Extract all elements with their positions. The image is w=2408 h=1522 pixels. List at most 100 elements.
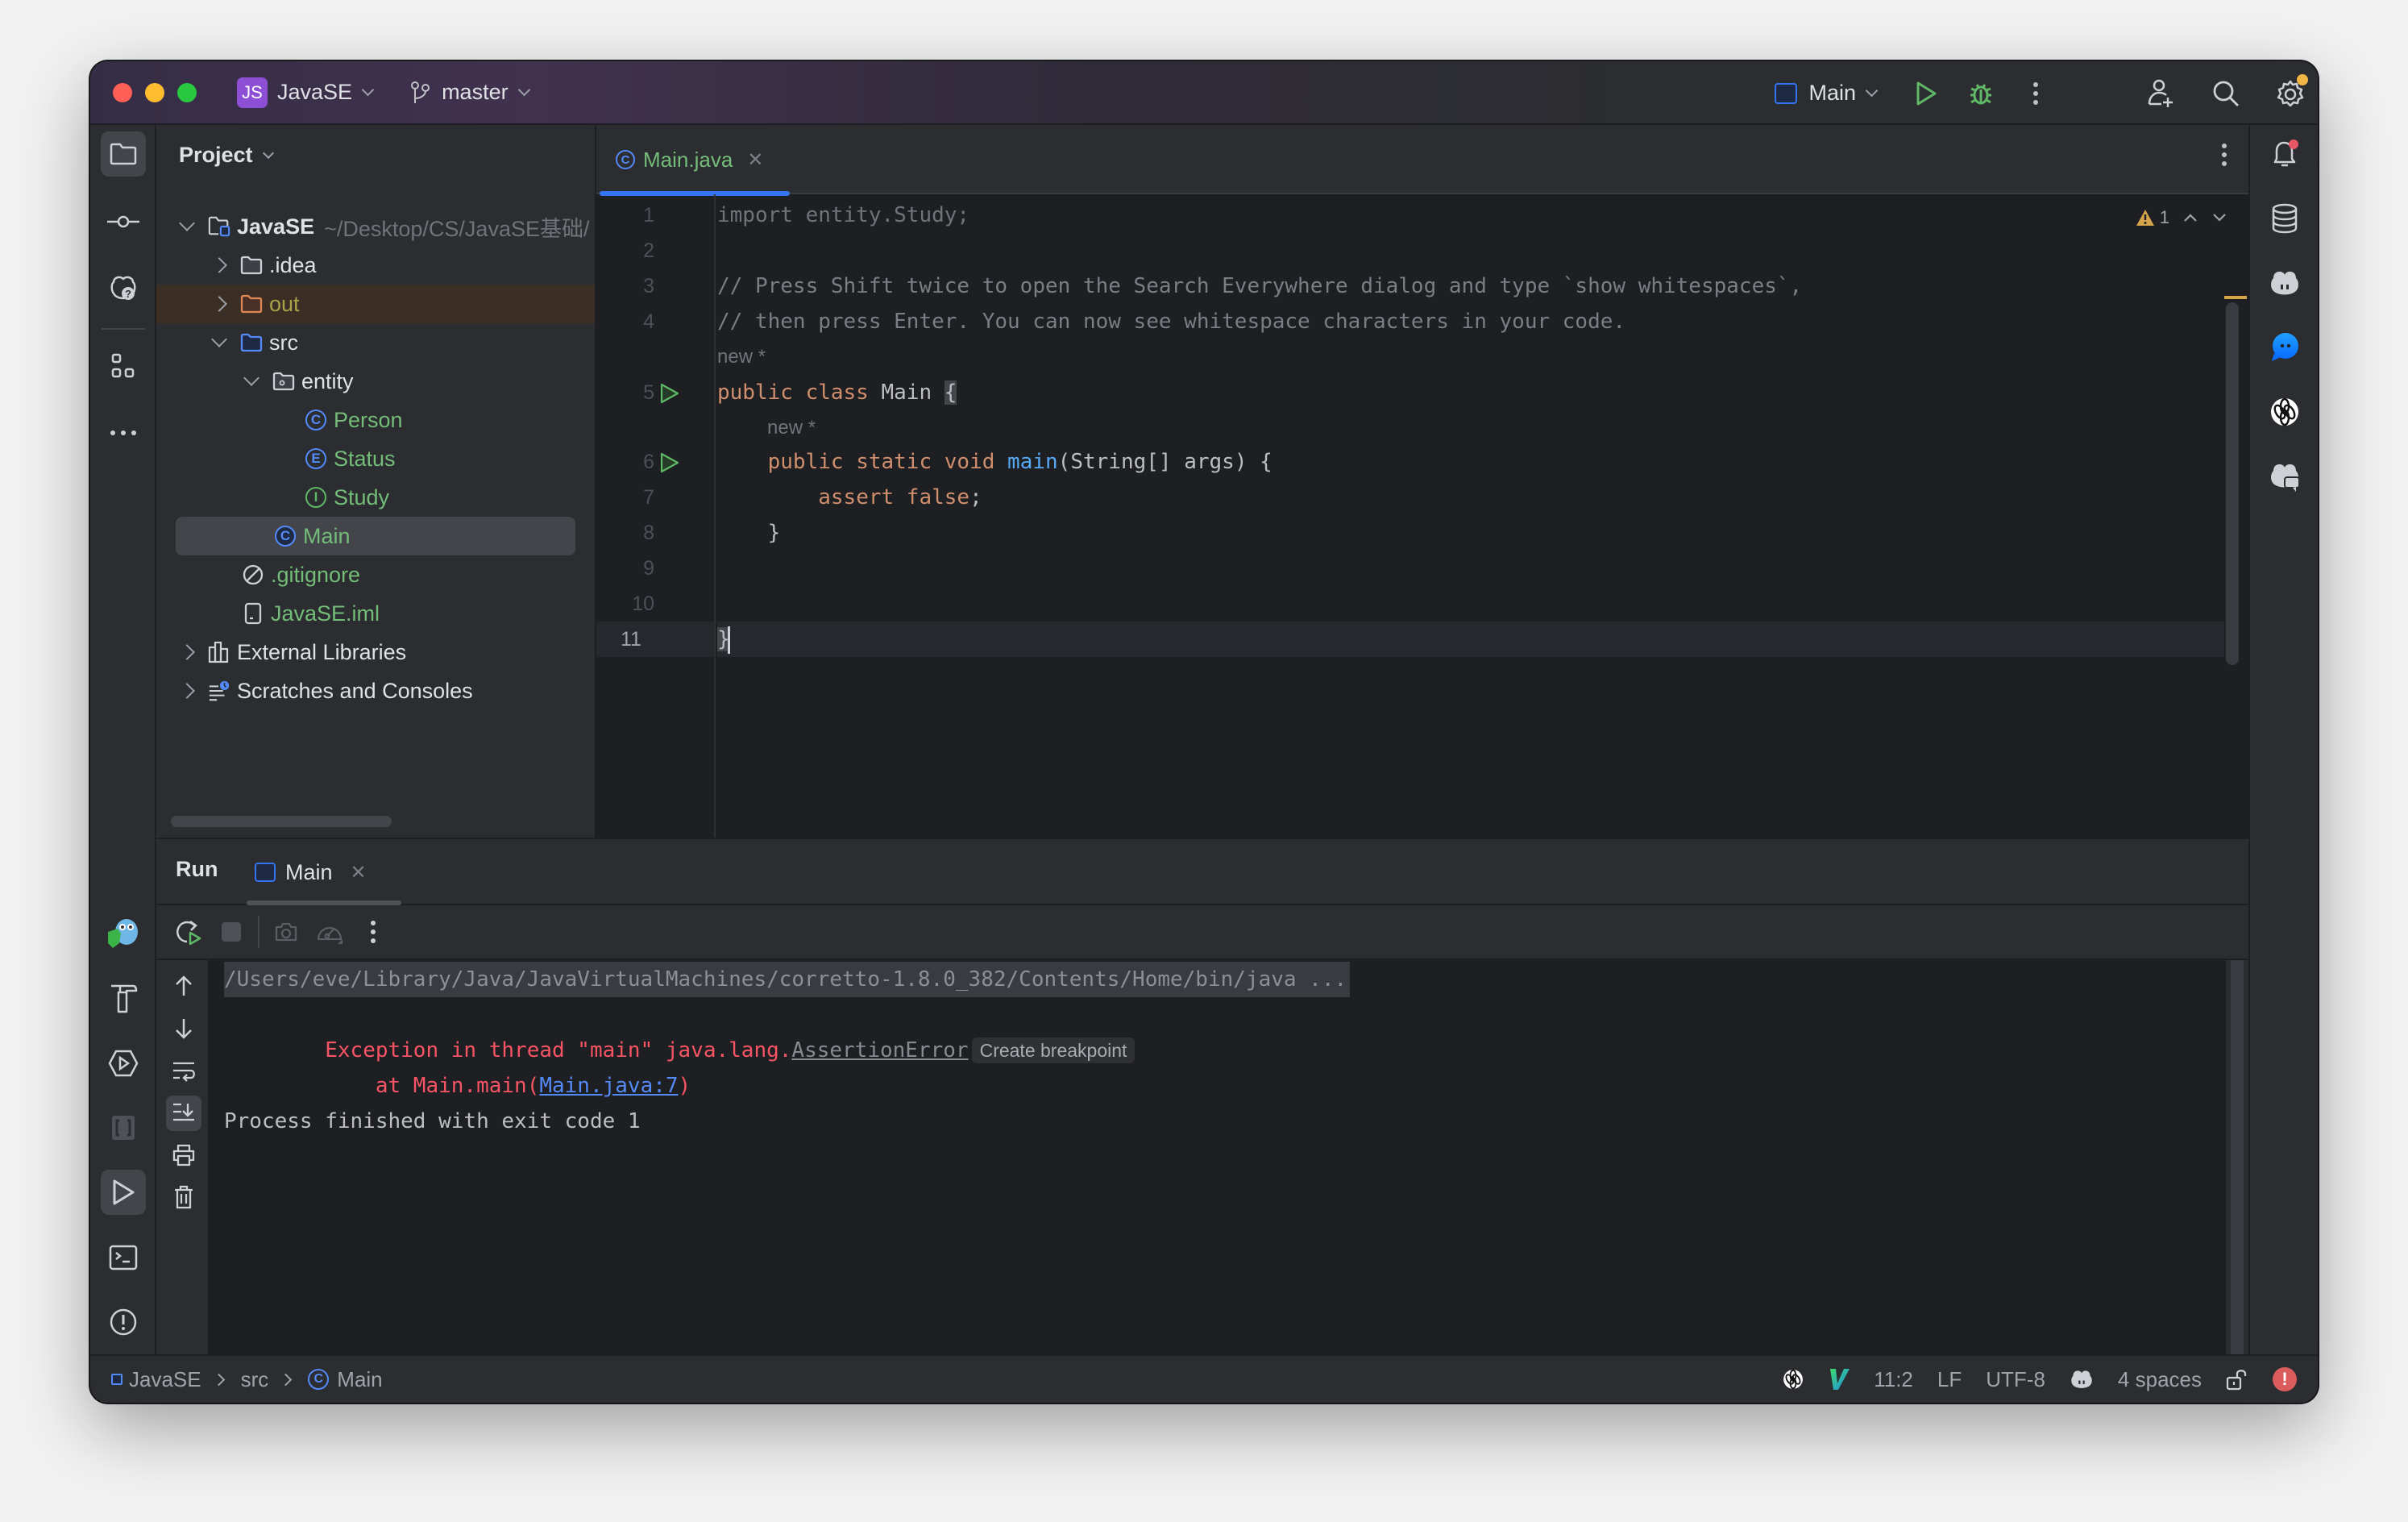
scroll-up-button[interactable]: [166, 968, 201, 1004]
tree-item-study[interactable]: I Study: [156, 478, 595, 517]
search-everywhere-button[interactable]: [2203, 71, 2248, 116]
openai-status-button[interactable]: [1782, 1368, 1804, 1391]
copilot-chat-button[interactable]: [2262, 454, 2307, 499]
expand-arrow[interactable]: [210, 257, 229, 273]
rerun-button[interactable]: [171, 915, 205, 949]
services-tool-button[interactable]: [101, 1041, 146, 1086]
scroll-to-end-button[interactable]: [166, 1096, 201, 1131]
settings-button[interactable]: [2268, 71, 2313, 116]
tree-item-label: Study: [334, 484, 390, 509]
close-window-button[interactable]: [113, 82, 132, 102]
vim-status-button[interactable]: [1829, 1367, 1850, 1391]
project-tool-button[interactable]: [101, 131, 146, 177]
scrollbar-thumb[interactable]: [2226, 302, 2239, 665]
expand-arrow[interactable]: [210, 296, 229, 312]
console-output[interactable]: /Users/eve/Library/Java/JavaVirtualMachi…: [208, 960, 2226, 1354]
notifications-button[interactable]: [2262, 131, 2307, 177]
code-with-me-button[interactable]: [2139, 71, 2184, 116]
stop-button[interactable]: [214, 915, 248, 949]
run-button[interactable]: [1904, 71, 1949, 116]
more-tools-button[interactable]: [101, 410, 146, 455]
more-actions-button[interactable]: [2013, 71, 2058, 116]
breadcrumb-item[interactable]: Main: [337, 1367, 382, 1392]
tree-item-src[interactable]: src: [156, 323, 595, 362]
print-button[interactable]: [166, 1137, 201, 1173]
commit-tool-button[interactable]: [101, 199, 146, 244]
tree-item-main[interactable]: C Main: [156, 517, 595, 555]
database-button[interactable]: [2262, 196, 2307, 241]
tree-item-out[interactable]: out: [156, 285, 595, 323]
debug-tool-button[interactable]: [101, 1105, 146, 1150]
minimize-window-button[interactable]: [145, 82, 164, 102]
console-stacktrace-line: at Main.main(Main.java:7): [325, 1074, 691, 1098]
copilot-help-tool-button[interactable]: ?: [101, 266, 146, 311]
tree-item-person[interactable]: C Person: [156, 401, 595, 439]
editor-tabs-more-button[interactable]: [2221, 143, 2227, 167]
build-tool-button[interactable]: [101, 975, 146, 1021]
source-location-link[interactable]: Main.java:7: [539, 1074, 678, 1098]
terminal-tool-button[interactable]: [101, 1235, 146, 1280]
tree-item-scratches[interactable]: Scratches and Consoles: [156, 672, 595, 710]
console-vertical-scrollbar[interactable]: [2226, 960, 2248, 1354]
more-vertical-icon: [371, 921, 376, 943]
openai-button[interactable]: [2262, 389, 2307, 435]
tree-item-idea[interactable]: .idea: [156, 246, 595, 285]
tab-main-java[interactable]: C Main.java ✕: [596, 125, 793, 196]
console-exception-line: Exception in thread "main" java.lang.Ass…: [224, 997, 1135, 1063]
code-area[interactable]: import entity.Study; // Press Shift twic…: [717, 194, 2224, 838]
line-separator[interactable]: LF: [1937, 1367, 1962, 1392]
go-plugin-tool-button[interactable]: [101, 910, 146, 955]
console-exit-line: Process finished with exit code 1: [224, 1109, 641, 1133]
console-command-line[interactable]: /Users/eve/Library/Java/JavaVirtualMachi…: [224, 962, 1351, 997]
expand-arrow[interactable]: [177, 683, 197, 699]
create-breakpoint-hint[interactable]: Create breakpoint: [971, 1038, 1135, 1063]
indent-setting[interactable]: 4 spaces: [2118, 1367, 2202, 1392]
tree-item-gitignore[interactable]: .gitignore: [156, 555, 595, 594]
profiler-button[interactable]: [313, 915, 347, 949]
problems-tool-button[interactable]: [101, 1300, 146, 1345]
class-icon: C: [308, 1369, 330, 1390]
tree-item-external-libraries[interactable]: External Libraries: [156, 633, 595, 672]
close-tab-icon[interactable]: ✕: [747, 148, 763, 172]
run-class-gutter-button[interactable]: [659, 383, 680, 404]
run-main-gutter-button[interactable]: [659, 452, 680, 473]
run-tool-button[interactable]: [101, 1170, 146, 1215]
clear-console-button[interactable]: [166, 1179, 201, 1215]
chat-button[interactable]: [2262, 325, 2307, 370]
file-encoding[interactable]: UTF-8: [1986, 1367, 2045, 1392]
tree-item-entity[interactable]: entity: [156, 362, 595, 401]
run-config-selector[interactable]: Main: [1775, 81, 1879, 106]
expand-arrow[interactable]: [210, 331, 229, 347]
zoom-window-button[interactable]: [177, 82, 197, 102]
inlay-hint[interactable]: new *: [767, 410, 816, 446]
caret-position[interactable]: 11:2: [1874, 1367, 1913, 1392]
tree-item-iml[interactable]: JavaSE.iml: [156, 594, 595, 633]
soft-wrap-button[interactable]: [166, 1054, 201, 1089]
run-tab-main[interactable]: Main ✕: [243, 839, 405, 905]
close-tab-icon[interactable]: ✕: [351, 861, 367, 884]
expand-arrow[interactable]: [177, 644, 197, 660]
branch-switcher[interactable]: master: [372, 80, 530, 105]
screenshot-button[interactable]: [269, 915, 303, 949]
tree-item-status[interactable]: E Status: [156, 439, 595, 478]
project-horizontal-scrollbar[interactable]: [171, 816, 392, 827]
copilot-status-button[interactable]: [2070, 1368, 2094, 1391]
project-switcher[interactable]: JS JavaSE: [197, 77, 375, 108]
editor-vertical-scrollbar[interactable]: [2223, 294, 2242, 842]
exception-class-link[interactable]: AssertionError: [791, 1038, 968, 1062]
copilot-button[interactable]: [2262, 260, 2307, 306]
expand-arrow[interactable]: [242, 370, 261, 386]
tree-item-label: JavaSE: [237, 214, 315, 239]
inlay-hint[interactable]: new *: [717, 339, 766, 375]
project-view-selector[interactable]: Project: [179, 143, 274, 168]
breadcrumb-item[interactable]: src: [241, 1367, 269, 1392]
tree-item-javase[interactable]: JavaSE ~/Desktop/CS/JavaSE基础/: [156, 207, 595, 246]
expand-arrow[interactable]: [177, 215, 197, 231]
read-only-toggle[interactable]: [2226, 1368, 2248, 1391]
structure-tool-button[interactable]: [101, 344, 146, 389]
error-indicator[interactable]: !: [2273, 1367, 2297, 1391]
run-more-button[interactable]: [356, 915, 390, 949]
breadcrumb-item[interactable]: JavaSE: [129, 1367, 201, 1392]
debug-button[interactable]: [1958, 71, 2003, 116]
scroll-down-button[interactable]: [166, 1011, 201, 1046]
